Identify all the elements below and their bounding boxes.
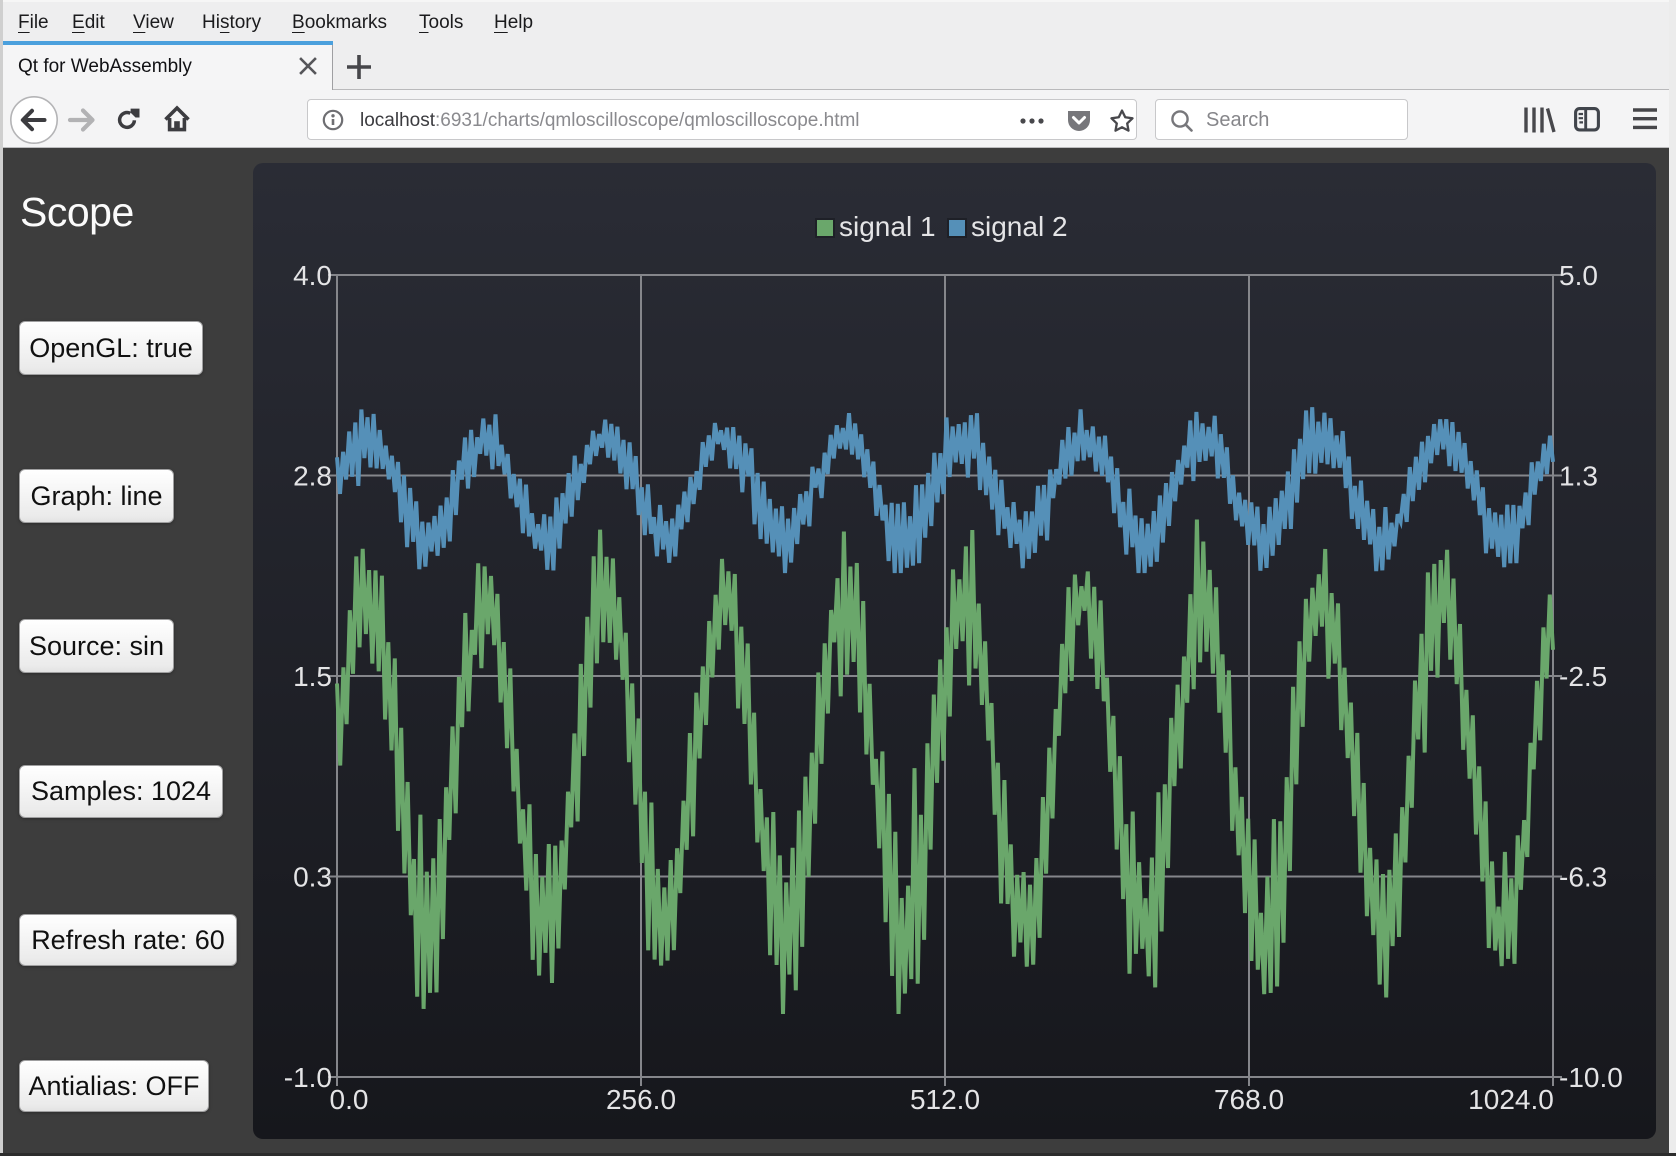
svg-text:2.8: 2.8 [293,461,332,492]
svg-text:-2.5: -2.5 [1559,661,1607,692]
svg-text:0.0: 0.0 [330,1084,369,1115]
svg-text:512.0: 512.0 [910,1084,980,1115]
svg-text:-10.0: -10.0 [1559,1062,1623,1093]
svg-text:signal 1: signal 1 [839,211,936,242]
svg-text:-1.0: -1.0 [284,1062,332,1093]
svg-text:0.3: 0.3 [293,862,332,893]
svg-text:-6.3: -6.3 [1559,862,1607,893]
svg-text:256.0: 256.0 [606,1084,676,1115]
svg-text:4.0: 4.0 [293,260,332,291]
svg-text:1024.0: 1024.0 [1468,1084,1554,1115]
svg-text:signal 2: signal 2 [971,211,1068,242]
svg-text:1.3: 1.3 [1559,461,1598,492]
svg-text:768.0: 768.0 [1214,1084,1284,1115]
svg-text:5.0: 5.0 [1559,260,1598,291]
svg-text:1.5: 1.5 [293,661,332,692]
